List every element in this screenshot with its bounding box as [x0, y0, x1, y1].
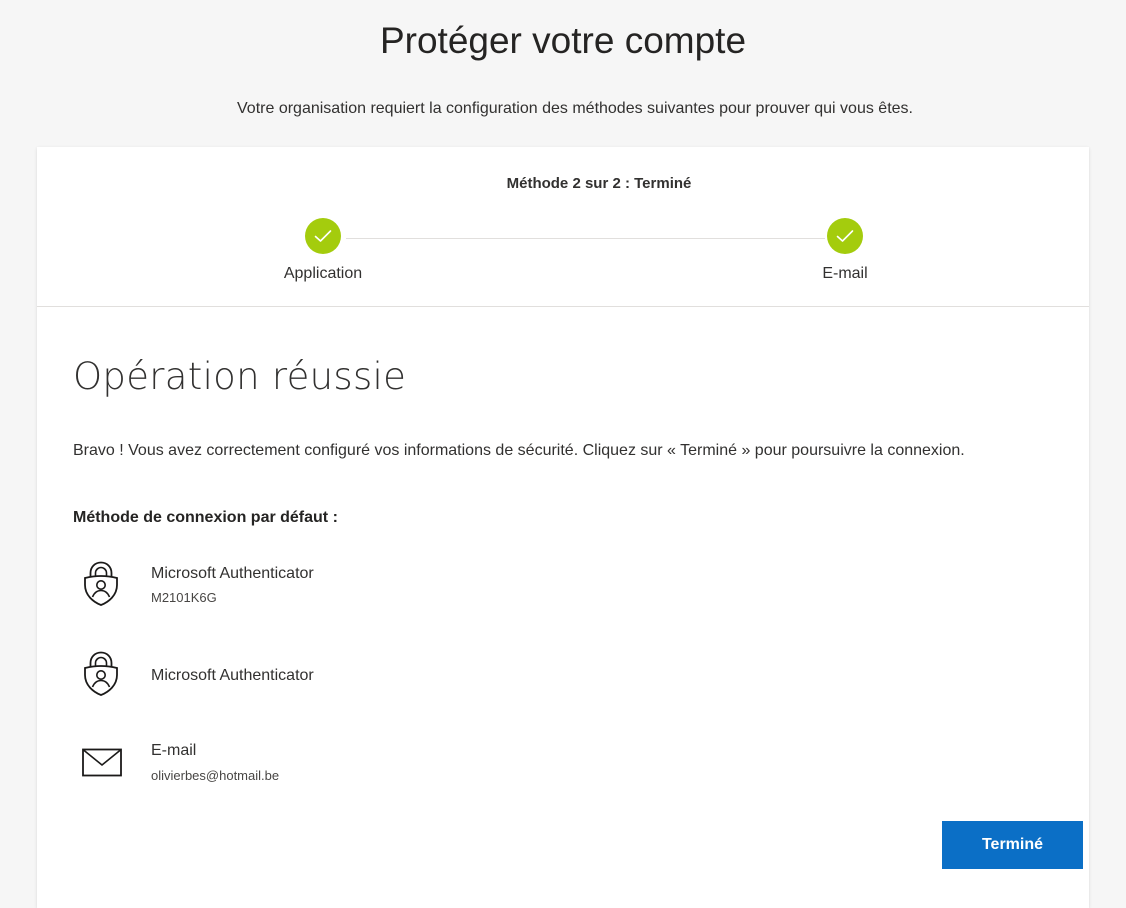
setup-card: Méthode 2 sur 2 : Terminé Application E-… — [37, 147, 1089, 908]
page-subtitle: Votre organisation requiert la configura… — [237, 100, 913, 117]
checkmark-icon — [836, 230, 854, 242]
progress-status: Méthode 2 sur 2 : Terminé — [506, 175, 692, 192]
method-name: Microsoft Authenticator — [151, 667, 314, 684]
step-label-email: E-mail — [822, 265, 868, 282]
page-title: Protéger votre compte — [379, 20, 747, 61]
progress-section: Méthode 2 sur 2 : Terminé Application E-… — [37, 147, 1089, 307]
done-button[interactable]: Terminé — [942, 821, 1083, 869]
method-item: Microsoft Authenticator M2101K6G — [73, 561, 773, 621]
progress-track — [346, 238, 825, 239]
authenticator-icon — [84, 651, 118, 696]
method-detail: M2101K6G — [151, 590, 217, 605]
success-content: Opération réussie Bravo ! Vous avez corr… — [73, 355, 1053, 783]
page: Protéger votre compte Votre organisation… — [0, 0, 1126, 908]
step-complete-icon — [305, 218, 341, 254]
checkmark-icon — [314, 230, 332, 242]
step-complete-icon — [827, 218, 863, 254]
method-item: Microsoft Authenticator — [73, 651, 773, 711]
success-heading: Opération réussie — [73, 355, 407, 398]
authenticator-icon — [84, 561, 118, 606]
success-message: Bravo ! Vous avez correctement configuré… — [73, 442, 965, 459]
step-label-application: Application — [283, 265, 363, 282]
method-name: Microsoft Authenticator — [151, 565, 314, 582]
method-detail: olivierbes@hotmail.be — [151, 768, 280, 783]
method-name: E-mail — [151, 742, 197, 759]
mail-icon — [82, 748, 122, 777]
method-item: E-mail olivierbes@hotmail.be — [73, 742, 773, 802]
default-method-label: Méthode de connexion par défaut : — [73, 509, 338, 526]
